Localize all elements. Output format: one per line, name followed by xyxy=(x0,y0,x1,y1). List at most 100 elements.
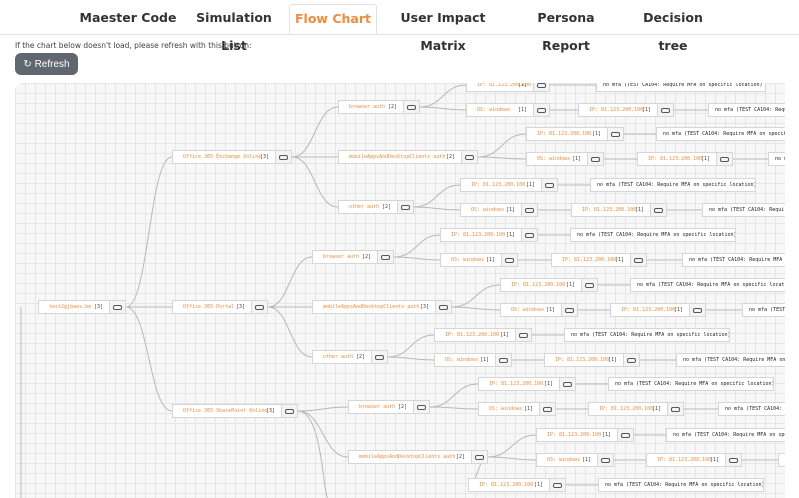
condition-node[interactable]: OS: windows [1] xyxy=(478,402,556,416)
refresh-button[interactable]: ↻ Refresh xyxy=(15,53,78,75)
condition-node[interactable]: OS: windows [1] xyxy=(500,303,578,317)
condition-node[interactable]: IP: 81.123.200.100 [1] xyxy=(578,103,674,117)
condition-node[interactable]: OS: windows [1] xyxy=(434,353,512,367)
link-icon[interactable] xyxy=(561,304,577,316)
link-icon[interactable] xyxy=(461,151,477,163)
link-icon[interactable] xyxy=(413,401,429,413)
tab-decision-tree[interactable]: Decision tree xyxy=(627,4,719,53)
outcome-node[interactable]: no mfa (TEST CA104: Require MFA on speci… xyxy=(666,428,785,442)
condition-node[interactable]: OS: windows [1] xyxy=(460,203,538,217)
app-node[interactable]: Office 365 Portal [3] xyxy=(172,300,268,314)
outcome-node[interactable]: no mfa (TEST CA104: Require MFA on speci… xyxy=(656,127,785,141)
outcome-node[interactable]: no mfa (TEST CA104: Require MFA on speci… xyxy=(702,203,785,217)
link-icon[interactable] xyxy=(725,454,741,466)
node-count: [1] xyxy=(581,457,591,463)
condition-node[interactable]: IP: 81.123.200.100 [1] xyxy=(551,253,647,267)
tab-user-impact-matrix[interactable]: User Impact Matrix xyxy=(380,4,506,53)
condition-node[interactable]: OS: windows [1] xyxy=(466,103,550,117)
condition-node[interactable]: OS: windows [1] xyxy=(440,253,518,267)
link-icon[interactable] xyxy=(275,151,291,163)
link-icon[interactable] xyxy=(549,479,565,491)
link-icon[interactable] xyxy=(471,451,487,463)
condition-node[interactable]: IP: 81.123.200.100 [1] xyxy=(434,328,532,342)
link-icon[interactable] xyxy=(597,454,613,466)
link-icon[interactable] xyxy=(607,128,623,140)
outcome-node[interactable]: no mfa (TEST CA104: Require MFA on speci… xyxy=(630,278,785,292)
outcome-node[interactable]: no mfa (TEST CA104: Require MFA on speci… xyxy=(682,253,785,267)
condition-node[interactable]: OS: windows [1] xyxy=(536,453,614,467)
link-icon[interactable] xyxy=(617,429,633,441)
condition-node[interactable]: IP: 81.123.200.100 [1] xyxy=(466,83,550,92)
link-icon[interactable] xyxy=(657,104,673,116)
link-icon[interactable] xyxy=(689,304,705,316)
link-icon[interactable] xyxy=(521,229,537,241)
link-icon[interactable] xyxy=(533,83,549,91)
link-icon[interactable] xyxy=(630,254,646,266)
condition-node[interactable]: IP: 81.123.200.100 [1] xyxy=(526,127,624,141)
link-icon[interactable] xyxy=(533,104,549,116)
tab-simulation-list[interactable]: Simulation List xyxy=(182,4,286,53)
client-type-node[interactable]: other auth [2] xyxy=(312,350,388,364)
link-icon[interactable] xyxy=(377,251,393,263)
link-icon[interactable] xyxy=(581,279,597,291)
flow-chart-canvas[interactable]: test2@jbaes.be [3] Office 365 Exchange Onl… xyxy=(15,83,785,498)
link-icon[interactable] xyxy=(515,329,531,341)
condition-node[interactable]: OS: windows [1] xyxy=(526,152,604,166)
link-icon[interactable] xyxy=(435,301,451,313)
link-icon[interactable] xyxy=(397,201,413,213)
link-icon[interactable] xyxy=(539,403,555,415)
link-icon[interactable] xyxy=(667,403,683,415)
condition-node[interactable]: IP: 81.123.200.100 [1] xyxy=(646,453,742,467)
link-icon[interactable] xyxy=(521,204,537,216)
client-type-node[interactable]: browser auth [2] xyxy=(312,250,394,264)
outcome-node[interactable]: no mfa (TEST CA104: Require MFA on speci… xyxy=(742,303,785,317)
outcome-node[interactable]: no mfa (TEST CA104: Require MFA on speci… xyxy=(608,377,774,391)
condition-node[interactable]: IP: 81.123.200.100 [1] xyxy=(571,203,667,217)
outcome-node[interactable]: no mfa (TEST CA104: Require MFA on speci… xyxy=(718,402,785,416)
link-icon[interactable] xyxy=(403,101,419,113)
client-type-node[interactable]: browser auth [2] xyxy=(338,100,420,114)
outcome-node[interactable]: no mfa (TEST CA104: Require MFA on speci… xyxy=(590,178,756,192)
root-user-node[interactable]: test2@jbaes.be [3] xyxy=(38,300,126,314)
link-icon[interactable] xyxy=(623,354,639,366)
link-icon[interactable] xyxy=(281,405,297,417)
client-type-node[interactable]: mobileAppsAndDesktopClients auth [2] xyxy=(348,450,488,464)
condition-node[interactable]: IP: 81.123.200.100 [1] xyxy=(478,377,576,391)
outcome-node[interactable]: no mfa (TEST CA104: Require MFA on speci… xyxy=(676,353,785,367)
tab-flow-chart[interactable]: Flow Chart xyxy=(289,4,377,34)
outcome-node[interactable]: no mfa (TEST CA104: Require MFA on speci… xyxy=(564,328,730,342)
condition-node[interactable]: IP: 81.123.200.100 [1] xyxy=(440,228,538,242)
condition-node[interactable]: IP: 81.123.200.100 [1] xyxy=(460,178,558,192)
app-node[interactable]: Office 365 Exchange Online [3] xyxy=(172,150,292,164)
condition-node[interactable]: IP: 81.123.200.100 [1] xyxy=(500,278,598,292)
condition-node[interactable]: IP: 81.123.200.100 [1] xyxy=(544,353,640,367)
client-type-node[interactable]: browser auth [2] xyxy=(348,400,430,414)
link-icon[interactable] xyxy=(559,378,575,390)
condition-node[interactable]: IP: 81.123.200.100 [1] xyxy=(468,478,566,492)
tab-maester-code[interactable]: Maester Code xyxy=(78,4,178,34)
link-icon[interactable] xyxy=(501,254,517,266)
outcome-node[interactable]: no mfa (TEST CA104: Require MFA on speci… xyxy=(596,83,766,92)
link-icon[interactable] xyxy=(251,301,267,313)
condition-node[interactable]: IP: 81.123.200.100 [1] xyxy=(610,303,706,317)
outcome-node[interactable]: no mfa (TEST CA104: Require MFA on speci… xyxy=(768,152,785,166)
link-icon[interactable] xyxy=(650,204,666,216)
link-icon[interactable] xyxy=(371,351,387,363)
client-type-node[interactable]: other auth [2] xyxy=(338,200,414,214)
link-icon[interactable] xyxy=(109,301,125,313)
outcome-node[interactable]: no mfa (TEST CA104: Require MFA on speci… xyxy=(778,453,785,467)
outcome-node[interactable]: no mfa (TEST CA104: Require MFA on speci… xyxy=(570,228,736,242)
client-type-node[interactable]: mobileAppsAndDesktopClients auth [2] xyxy=(338,150,478,164)
condition-node[interactable]: IP: 81.123.200.100 [1] xyxy=(637,152,733,166)
link-icon[interactable] xyxy=(716,153,732,165)
link-icon[interactable] xyxy=(587,153,603,165)
tab-persona-report[interactable]: Persona Report xyxy=(512,4,620,53)
link-icon[interactable] xyxy=(541,179,557,191)
link-icon[interactable] xyxy=(495,354,511,366)
condition-node[interactable]: IP: 81.123.200.100 [1] xyxy=(588,402,684,416)
client-type-node[interactable]: mobileAppsAndDesktopClients auth [3] xyxy=(312,300,452,314)
app-node[interactable]: Office 365 SharePoint Online [3] xyxy=(172,404,298,418)
outcome-node[interactable]: no mfa (TEST CA104: Require MFA on speci… xyxy=(708,103,785,117)
outcome-node[interactable]: no mfa (TEST CA104: Require MFA on speci… xyxy=(598,478,764,492)
condition-node[interactable]: IP: 81.123.200.100 [1] xyxy=(536,428,634,442)
